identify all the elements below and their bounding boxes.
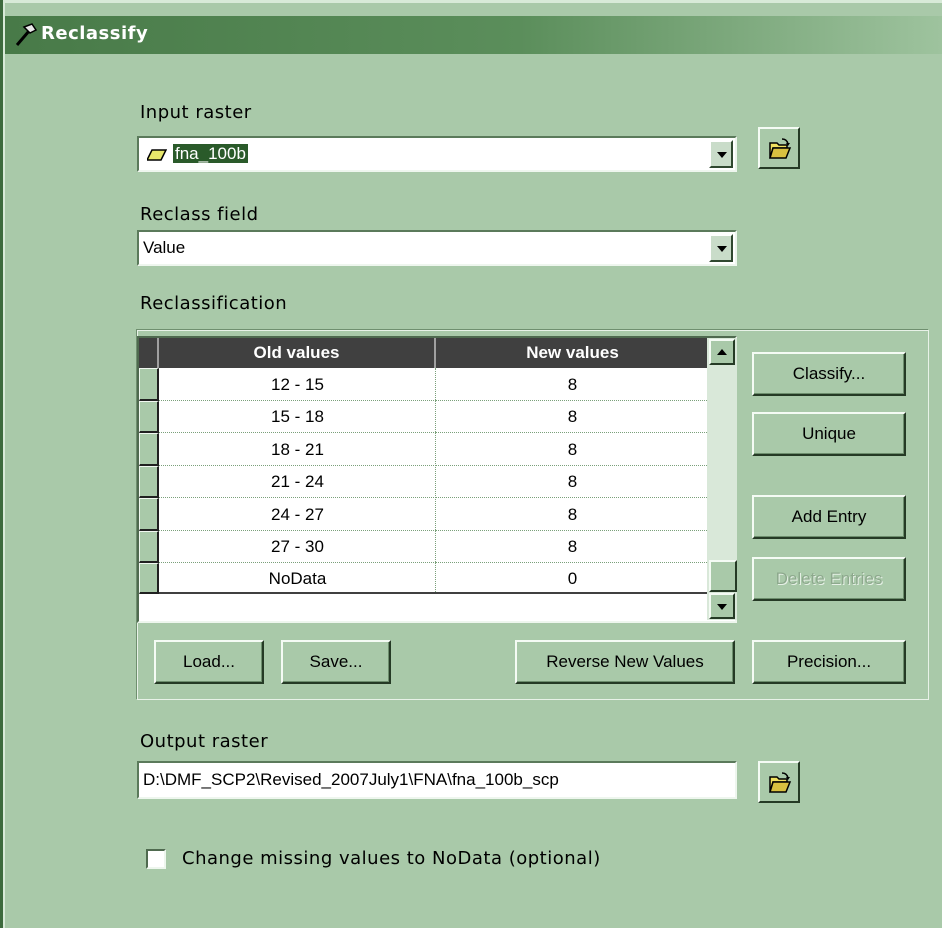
scroll-up-button[interactable] [709,339,735,365]
column-header-new-values[interactable]: New values [436,338,709,368]
input-raster-dropdown-button[interactable] [709,140,733,168]
precision-button[interactable]: Precision... [752,640,906,684]
table-row-new[interactable]: 8 [436,498,709,531]
classify-button[interactable]: Classify... [752,352,906,396]
delete-entries-button[interactable]: Delete Entries [752,557,906,601]
row-selector[interactable] [139,368,159,401]
table-row-old[interactable]: 27 - 30 [159,531,436,563]
table-row-new[interactable]: 8 [436,531,709,563]
reclass-field-label: Reclass field [140,204,259,225]
output-raster-value: D:\DMF_SCP2\Revised_2007July1\FNA\fna_10… [143,770,559,789]
input-raster-combo[interactable]: fna_100b [137,136,737,172]
table-row-new[interactable]: 0 [436,563,709,594]
table-row-new[interactable]: 8 [436,433,709,466]
scroll-thumb[interactable] [709,560,737,592]
window-title: Reclassify [41,23,149,44]
open-folder-icon [768,772,792,793]
input-raster-browse-button[interactable] [758,127,800,169]
reclassification-table[interactable]: Old values New values 12 - 15 8 15 - 18 … [137,336,737,623]
raster-layer-icon [147,149,167,161]
reverse-new-values-button[interactable]: Reverse New Values [515,640,735,684]
column-header-old-values[interactable]: Old values [159,338,436,368]
change-missing-label[interactable]: Change missing values to NoData (optiona… [182,848,601,869]
table-row-new[interactable]: 8 [436,368,709,401]
row-selector[interactable] [139,466,159,498]
table-row-new[interactable]: 8 [436,466,709,498]
input-raster-value: fna_100b [173,144,248,163]
add-entry-button[interactable]: Add Entry [752,495,906,539]
reclass-field-dropdown-button[interactable] [709,234,733,262]
window-top-edge [0,0,942,3]
output-raster-field[interactable]: D:\DMF_SCP2\Revised_2007July1\FNA\fna_10… [137,761,737,799]
reclass-field-combo[interactable]: Value [137,230,737,266]
change-missing-checkbox[interactable] [146,849,166,869]
row-selector[interactable] [139,401,159,433]
table-row-new[interactable]: 8 [436,401,709,433]
table-row-old[interactable]: 15 - 18 [159,401,436,433]
header-corner [139,338,159,368]
reclassification-label: Reclassification [140,293,288,314]
save-button[interactable]: Save... [281,640,391,684]
table-row-old[interactable]: 12 - 15 [159,368,436,401]
row-selector[interactable] [139,563,159,594]
input-raster-label: Input raster [140,102,252,123]
table-row-old[interactable]: NoData [159,563,436,594]
reclass-field-value: Value [143,238,186,257]
table-row-old[interactable]: 24 - 27 [159,498,436,531]
row-selector[interactable] [139,531,159,563]
scroll-down-button[interactable] [709,593,735,619]
row-selector[interactable] [139,498,159,531]
hammer-icon [15,23,38,46]
output-raster-label: Output raster [140,731,269,752]
row-selector[interactable] [139,433,159,466]
unique-button[interactable]: Unique [752,412,906,456]
open-folder-icon [768,138,792,159]
table-row-old[interactable]: 18 - 21 [159,433,436,466]
title-bar: Reclassify [5,16,942,54]
load-button[interactable]: Load... [154,640,264,684]
table-row-old[interactable]: 21 - 24 [159,466,436,498]
window-left-highlight [3,0,5,928]
output-raster-browse-button[interactable] [758,761,800,803]
